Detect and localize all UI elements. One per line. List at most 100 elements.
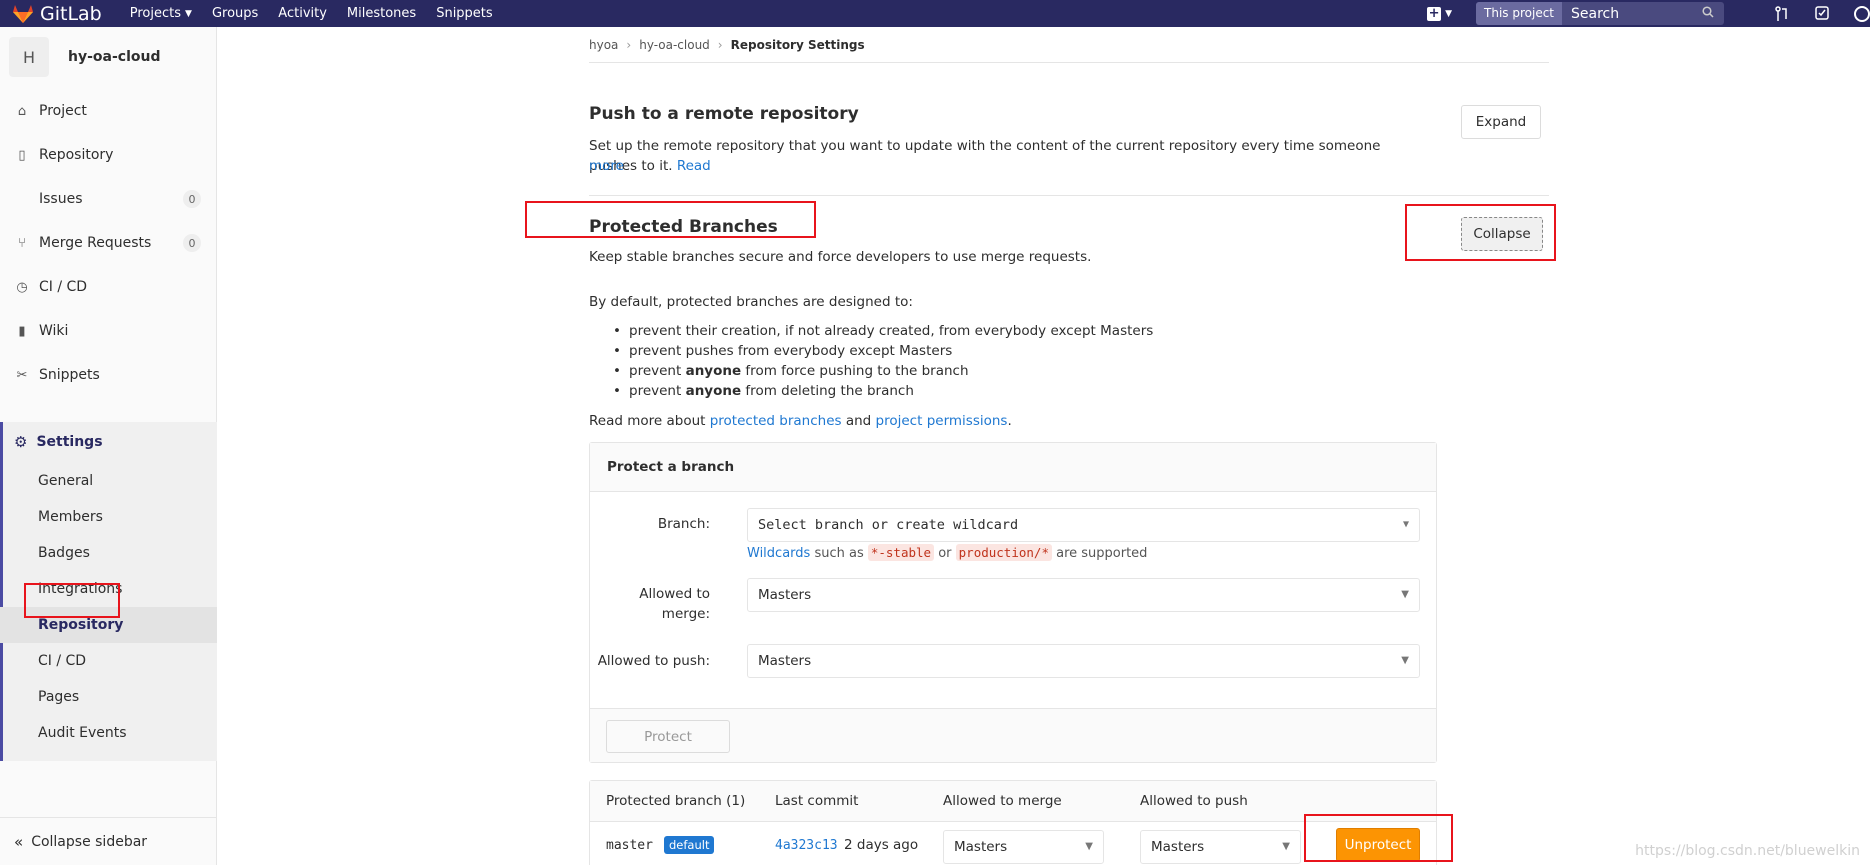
branch-select[interactable]: Select branch or create wildcard ▼ — [747, 508, 1420, 542]
commit-time: 2 days ago — [844, 837, 919, 853]
gitlab-logo[interactable]: GitLab — [12, 3, 102, 25]
nav-milestones[interactable]: Milestones — [347, 6, 416, 21]
settings-sub-pages[interactable]: Pages — [38, 679, 79, 715]
chevron-right-icon: › — [626, 37, 632, 52]
brand-name: GitLab — [40, 2, 102, 25]
rocket-icon: ◷ — [16, 279, 28, 295]
sidebar-item-repository[interactable]: ▯ Repository — [0, 135, 217, 175]
settings-sub-ci-cd[interactable]: CI / CD — [38, 643, 86, 679]
sidebar-item-label: CI / CD — [39, 279, 88, 295]
sidebar-item-label: Issues — [39, 191, 83, 207]
row-push-value: Masters — [1151, 839, 1205, 855]
project-sidebar: H hy-oa-cloud ⌂ Project ▯ Repository Iss… — [0, 27, 217, 865]
expand-button[interactable]: Expand — [1461, 105, 1541, 139]
chevron-down-icon: ▼ — [185, 8, 192, 19]
divider — [589, 195, 1549, 196]
settings-sub-badges[interactable]: Badges — [38, 535, 90, 571]
sidebar-item-label: Wiki — [39, 323, 69, 339]
rule-item: prevent their creation, if not already c… — [589, 321, 1153, 341]
sidebar-item-snippets[interactable]: ✂ Snippets — [0, 355, 217, 395]
wiki-icon: ▮ — [18, 323, 26, 339]
nav-right: + ▼ This project — [1427, 0, 1870, 27]
merge-request-icon[interactable] — [1774, 5, 1790, 22]
column-header: Allowed to push — [1140, 793, 1248, 809]
sidebar-item-wiki[interactable]: ▮ Wiki — [0, 311, 217, 351]
search-icon[interactable] — [1702, 6, 1724, 21]
main-content: hyoa › hy-oa-cloud › Repository Settings — [589, 27, 1549, 63]
wildcards-link[interactable]: Wildcards — [747, 546, 810, 561]
project-permissions-link[interactable]: project permissions — [876, 413, 1008, 429]
commit-sha-link[interactable]: 4a323c13 — [775, 838, 838, 853]
branch-label: Branch: — [657, 516, 710, 532]
nav-activity[interactable]: Activity — [278, 6, 327, 21]
default-badge: default — [664, 836, 715, 854]
watermark: https://blog.csdn.net/bluewelkin — [1635, 843, 1860, 859]
row-allowed-to-merge-select[interactable]: Masters ▼ — [943, 830, 1104, 864]
read-more-line: Read more about protected branches and p… — [589, 413, 1012, 429]
sidebar-item-project[interactable]: ⌂ Project — [0, 91, 217, 131]
nav-snippets[interactable]: Snippets — [436, 6, 492, 21]
chevron-down-icon: ▼ — [1402, 519, 1409, 530]
search-input[interactable] — [1562, 2, 1702, 25]
new-dropdown-button[interactable]: + ▼ — [1427, 5, 1453, 21]
allowed-to-push-value: Masters — [758, 653, 812, 669]
breadcrumb-item[interactable]: hy-oa-cloud — [639, 38, 710, 52]
settings-sub-audit-events[interactable]: Audit Events — [38, 715, 127, 751]
breadcrumb-current[interactable]: Repository Settings — [731, 38, 865, 52]
settings-sub-members[interactable]: Members — [38, 499, 103, 535]
rule-item: prevent anyone from deleting the branch — [589, 381, 1153, 401]
top-navbar: GitLab Projects ▼ Groups Activity Milesto… — [0, 0, 1870, 27]
sidebar-item-issues[interactable]: Issues 0 — [0, 179, 217, 219]
plus-icon: + — [1427, 5, 1442, 21]
settings-sub-general[interactable]: General — [38, 463, 93, 499]
wildcard-help: Wildcards such as *-stable or production… — [747, 544, 1148, 561]
search-scope-badge[interactable]: This project — [1476, 2, 1562, 25]
book-icon: ▯ — [18, 147, 26, 163]
read-more-link-cont[interactable]: more — [589, 156, 624, 176]
annotation-box-sidebar-repository — [24, 583, 120, 618]
nav-projects[interactable]: Projects ▼ — [130, 6, 192, 21]
search-bar: This project — [1476, 2, 1724, 25]
gear-icon: ⚙ — [14, 433, 28, 451]
chevron-down-icon: ▼ — [1401, 589, 1409, 600]
column-header: Protected branch (1) — [606, 793, 746, 809]
breadcrumb: hyoa › hy-oa-cloud › Repository Settings — [589, 27, 1549, 63]
branch-select-placeholder: Select branch or create wildcard — [758, 517, 1019, 533]
row-allowed-to-push-select[interactable]: Masters ▼ — [1140, 830, 1301, 864]
protect-branch-panel: Protect a branch Branch: Select branch o… — [589, 442, 1437, 763]
tanuki-icon — [13, 4, 33, 23]
row-merge-value: Masters — [954, 839, 1008, 855]
sidebar-project-header[interactable]: H hy-oa-cloud — [0, 27, 216, 87]
todo-icon[interactable] — [1814, 5, 1830, 22]
chevron-down-icon: ▼ — [1401, 655, 1409, 666]
protected-branches-subtitle: Keep stable branches secure and force de… — [589, 249, 1092, 265]
allowed-to-merge-select[interactable]: Masters ▼ — [747, 578, 1420, 612]
user-avatar[interactable] — [1854, 5, 1870, 22]
protected-intro: By default, protected branches are desig… — [589, 294, 913, 310]
sidebar-item-label: Project — [39, 103, 87, 119]
merge-request-icon: ⑂ — [18, 235, 26, 251]
rule-item: prevent pushes from everybody except Mas… — [589, 341, 1153, 361]
protected-branches-link[interactable]: protected branches — [710, 413, 842, 429]
push-section-title: Push to a remote repository — [589, 104, 859, 124]
project-name: hy-oa-cloud — [68, 49, 161, 65]
allowed-to-push-select[interactable]: Masters ▼ — [747, 644, 1420, 678]
protect-button[interactable]: Protect — [606, 720, 730, 753]
chevron-down-icon: ▼ — [1445, 8, 1453, 19]
breadcrumb-item[interactable]: hyoa — [589, 38, 618, 52]
rule-item: prevent anyone from force pushing to the… — [589, 361, 1153, 381]
sidebar-item-ci-cd[interactable]: ◷ CI / CD — [0, 267, 217, 307]
sidebar-item-merge-requests[interactable]: ⑂ Merge Requests 0 — [0, 223, 217, 263]
push-section-description: Set up the remote repository that you wa… — [589, 136, 1429, 176]
collapse-sidebar-label: Collapse sidebar — [31, 833, 148, 850]
nav-groups[interactable]: Groups — [212, 6, 258, 21]
double-chevron-left-icon: « — [14, 832, 24, 851]
collapse-sidebar-button[interactable]: « Collapse sidebar — [0, 817, 217, 865]
home-icon: ⌂ — [17, 103, 27, 119]
protected-rules-list: prevent their creation, if not already c… — [589, 321, 1153, 401]
sidebar-item-label: Snippets — [39, 367, 100, 383]
sidebar-item-label: Settings — [36, 434, 103, 450]
allowed-to-merge-value: Masters — [758, 587, 812, 603]
read-more-link[interactable]: Read — [677, 158, 711, 174]
sidebar-item-settings[interactable]: ⚙ Settings — [3, 422, 103, 462]
